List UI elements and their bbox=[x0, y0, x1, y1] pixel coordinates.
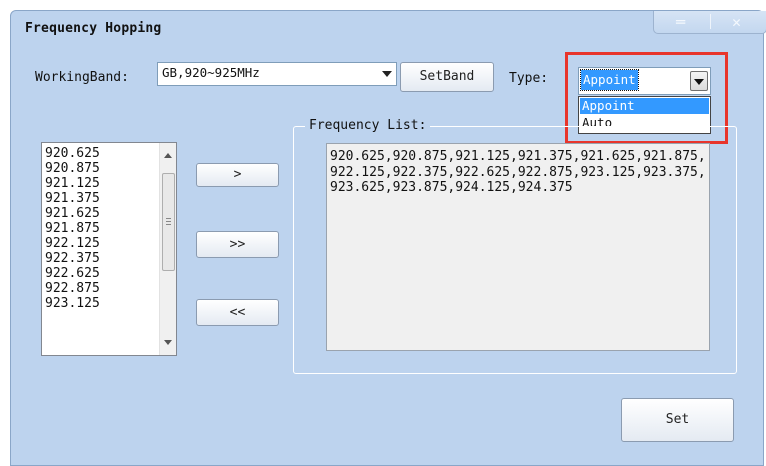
list-item[interactable]: 923.125 bbox=[45, 296, 100, 311]
scroll-thumb[interactable] bbox=[162, 173, 175, 271]
list-item[interactable]: 920.625 bbox=[45, 146, 100, 161]
working-band-value: GB,920~925MHz bbox=[162, 65, 260, 80]
list-item[interactable]: 921.125 bbox=[45, 176, 100, 191]
close-icon[interactable]: ✕ bbox=[732, 11, 741, 33]
move-all-button[interactable]: >> bbox=[196, 231, 279, 258]
working-band-label: WorkingBand: bbox=[35, 70, 129, 85]
set-button[interactable]: Set bbox=[621, 398, 734, 442]
working-band-select[interactable]: GB,920~925MHz bbox=[157, 62, 397, 86]
scroll-down-icon[interactable] bbox=[164, 340, 172, 345]
remove-all-button[interactable]: << bbox=[196, 299, 279, 326]
grip-line bbox=[166, 218, 171, 219]
list-item[interactable]: 920.875 bbox=[45, 161, 100, 176]
list-item[interactable]: 921.375 bbox=[45, 191, 100, 206]
frequency-list-text: 920.625,920.875,921.125,921.375,921.625,… bbox=[330, 149, 706, 195]
chevron-down-icon bbox=[382, 71, 392, 77]
set-band-button[interactable]: SetBand bbox=[400, 62, 494, 92]
scroll-up-icon[interactable] bbox=[164, 153, 172, 158]
available-frequency-list[interactable]: 920.625 920.875 921.125 921.375 921.625 … bbox=[41, 142, 177, 356]
grip-line bbox=[166, 221, 171, 222]
window-controls-divider bbox=[710, 14, 711, 29]
type-label: Type: bbox=[509, 71, 549, 86]
window-controls: ═ ✕ bbox=[653, 11, 766, 34]
frequency-list-title: Frequency List: bbox=[305, 118, 431, 133]
minimize-icon[interactable]: ═ bbox=[676, 11, 685, 33]
list-item[interactable]: 921.625 bbox=[45, 206, 100, 221]
list-item[interactable]: 922.375 bbox=[45, 251, 100, 266]
list-item[interactable]: 922.625 bbox=[45, 266, 100, 281]
grip-line bbox=[166, 224, 171, 225]
window-title: Frequency Hopping bbox=[25, 21, 162, 36]
list-item[interactable]: 922.125 bbox=[45, 236, 100, 251]
list-item[interactable]: 921.875 bbox=[45, 221, 100, 236]
frequency-items: 920.625 920.875 921.125 921.375 921.625 … bbox=[45, 146, 100, 311]
vertical-scrollbar[interactable] bbox=[159, 143, 176, 355]
move-one-button[interactable]: > bbox=[196, 163, 279, 187]
frequency-list-textarea[interactable]: 920.625,920.875,921.125,921.375,921.625,… bbox=[326, 143, 710, 351]
list-item[interactable]: 922.875 bbox=[45, 281, 100, 296]
